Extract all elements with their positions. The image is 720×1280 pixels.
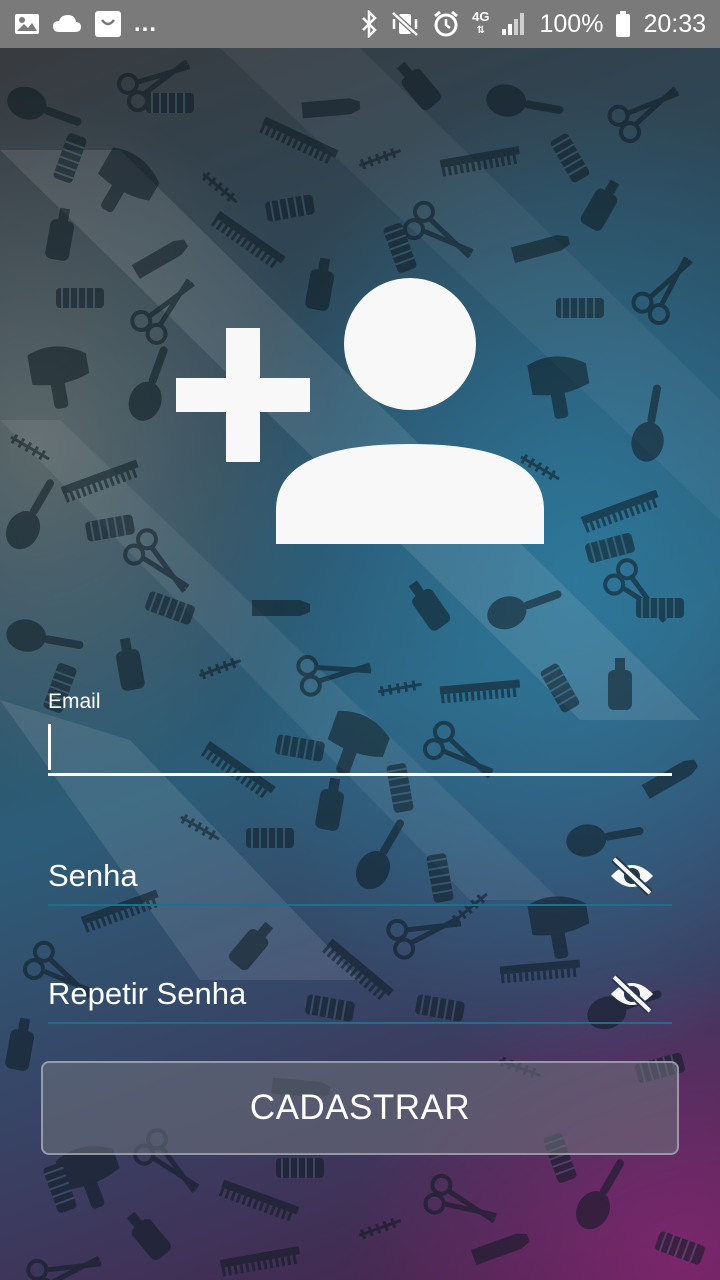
bluetooth-icon [360, 10, 378, 38]
clock: 20:33 [643, 9, 706, 38]
email-label: Email [48, 690, 101, 713]
status-bar-left: ... [14, 10, 157, 38]
battery-percent: 100% [539, 9, 604, 38]
add-user-icon [176, 278, 546, 551]
repeat-password-field-group: Repetir Senha [48, 968, 672, 1024]
email-field[interactable] [48, 720, 672, 776]
email-field-group: Email [48, 690, 672, 790]
status-bar-right: 4G ⇅ 100% 20:33 [360, 10, 706, 39]
password-field[interactable]: Senha [48, 850, 672, 906]
signal-icon [501, 11, 527, 37]
status-bar: ... 4G ⇅ 100% 20:33 [0, 0, 720, 48]
notification-overflow: ... [134, 10, 158, 37]
password-visibility-toggle[interactable] [608, 856, 656, 896]
register-screen: ... 4G ⇅ 100% 20:33 Email Senha Repetir … [0, 0, 720, 1280]
alarm-icon [432, 10, 460, 38]
password-field-group: Senha [48, 850, 672, 906]
network-4g-icon: 4G ⇅ [472, 9, 490, 36]
password-placeholder: Senha [48, 858, 138, 893]
repeat-password-field[interactable]: Repetir Senha [48, 968, 672, 1024]
network-label: 4G [472, 9, 490, 24]
battery-icon [615, 10, 631, 38]
repeat-password-placeholder: Repetir Senha [48, 976, 247, 1011]
repeat-password-visibility-toggle[interactable] [608, 974, 656, 1014]
register-button[interactable]: CADASTRAR [41, 1061, 679, 1155]
text-cursor [48, 724, 51, 770]
eye-off-icon [611, 974, 653, 1014]
image-icon [14, 12, 40, 36]
eye-off-icon [611, 856, 653, 896]
shopping-bag-icon [94, 10, 122, 38]
cloud-icon [52, 13, 82, 35]
vibrate-mute-icon [390, 10, 420, 38]
